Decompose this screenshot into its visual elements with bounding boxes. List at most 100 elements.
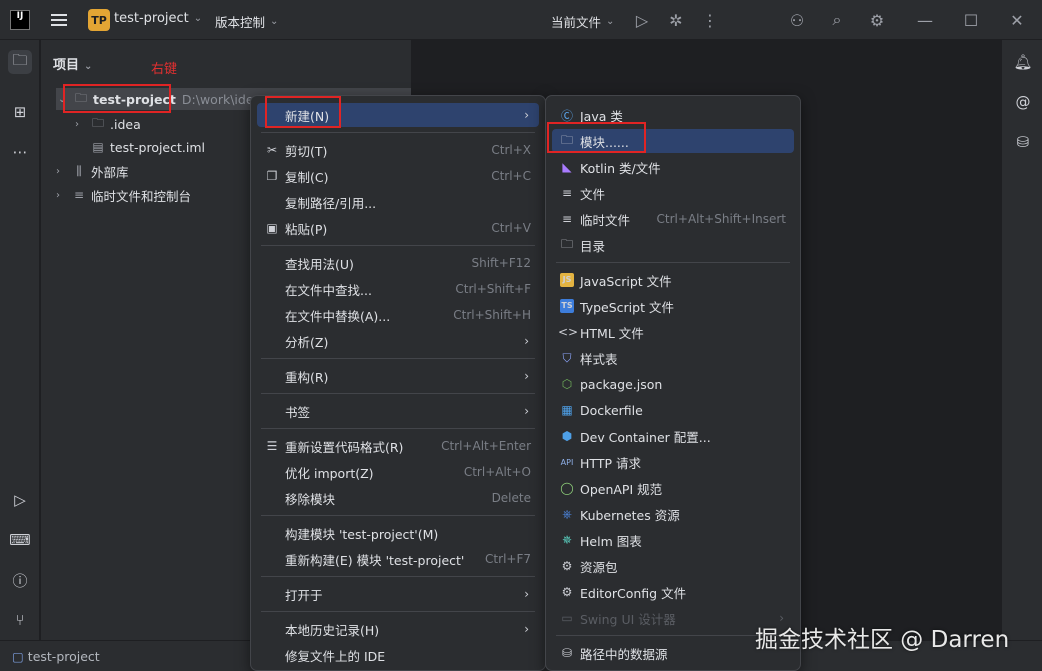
title-bar: IJ TP test-project ⌄ 版本控制 ⌄ 当前文件 ⌄ ▷ ✲ ⋮ ⚇ …	[0, 0, 1042, 40]
separator	[556, 262, 790, 263]
module-icon: ▢	[12, 649, 24, 664]
tree-item[interactable]: › ≡ 临时文件和控制台	[56, 184, 191, 206]
editorconfig-icon: ⚙	[561, 585, 573, 599]
menu-item-reformat-code[interactable]: ☰ 重新设置代码格式(R) Ctrl+Alt+Enter	[257, 434, 539, 458]
minimize-icon[interactable]: —	[914, 9, 936, 31]
menu-item-build-module[interactable]: 构建模块 'test-project'(M)	[257, 521, 539, 545]
new-http-request[interactable]: API HTTP 请求	[552, 450, 794, 474]
menu-item-label: OpenAPI 规范	[580, 481, 663, 497]
menu-item-paste[interactable]: ▣ 粘贴(P) Ctrl+V	[257, 216, 539, 240]
project-name: test-project	[114, 11, 189, 26]
menu-item-rebuild-module[interactable]: 重新构建(E) 模块 'test-project' Ctrl+F7	[257, 547, 539, 571]
new-html-file[interactable]: <> HTML 文件	[552, 320, 794, 344]
maximize-icon[interactable]: ☐	[960, 9, 982, 31]
shortcut: Ctrl+C	[491, 169, 531, 183]
new-editorconfig-file[interactable]: ⚙ EditorConfig 文件	[552, 580, 794, 604]
chevron-right-icon[interactable]: ›	[56, 166, 70, 177]
menu-item-label: 在文件中查找...	[285, 282, 372, 298]
new-package-json[interactable]: ⬡ package.json	[552, 372, 794, 396]
new-scratch-file[interactable]: ≡ 临时文件 Ctrl+Alt+Shift+Insert	[552, 207, 794, 231]
new-file[interactable]: ≡ 文件	[552, 181, 794, 205]
tree-item-label: test-project.iml	[110, 139, 205, 155]
shortcut: Ctrl+Shift+H	[453, 308, 531, 322]
main-menu-icon[interactable]	[48, 10, 70, 30]
notifications-bell-icon[interactable]: 🔔︎	[1011, 50, 1035, 74]
chevron-down-icon: ⌄	[270, 16, 279, 27]
new-typescript-file[interactable]: TS TypeScript 文件	[552, 294, 794, 318]
menu-item-open-in[interactable]: 打开于 ›	[257, 582, 539, 606]
menu-item-label: 重新构建(E) 模块 'test-project'	[285, 552, 465, 568]
tree-item[interactable]: › ⫼ 外部库	[56, 160, 129, 182]
run-config-selector[interactable]: 当前文件 ⌄	[551, 12, 614, 31]
menu-item-copy-path[interactable]: 复制路径/引用...	[257, 190, 539, 214]
reformat-icon: ☰	[266, 439, 278, 453]
status-project-breadcrumb[interactable]: ▢ test-project	[12, 649, 100, 664]
docker-icon: ▦	[561, 403, 573, 417]
menu-item-find-in-files[interactable]: 在文件中查找... Ctrl+Shift+F	[257, 277, 539, 301]
vcs-widget[interactable]: 版本控制 ⌄	[215, 12, 278, 31]
more-actions-icon[interactable]: ⋮	[699, 9, 721, 31]
database-icon[interactable]: ⛁	[1011, 130, 1035, 154]
new-submenu: Ⓒ Java 类 🗀 模块...... ◣ Kotlin 类/文件 ≡ 文件 ≡ 临时文件…	[545, 95, 801, 671]
new-javascript-file[interactable]: JS JavaScript 文件	[552, 268, 794, 292]
menu-item-bookmarks[interactable]: 书签 ›	[257, 399, 539, 423]
structure-icon[interactable]: ⊞	[8, 100, 32, 124]
add-user-icon[interactable]: ⚇	[786, 9, 808, 31]
terminal-icon[interactable]: ⌨	[8, 528, 32, 552]
new-stylesheet[interactable]: ⛉ 样式表	[552, 346, 794, 370]
menu-item-refactor[interactable]: 重构(R) ›	[257, 364, 539, 388]
shortcut: Ctrl+V	[491, 221, 531, 235]
menu-item-label: Helm 图表	[580, 533, 642, 549]
menu-item-label: 分析(Z)	[285, 334, 329, 350]
close-icon[interactable]: ✕	[1006, 9, 1028, 31]
chevron-right-icon[interactable]: ›	[56, 190, 70, 201]
menu-item-local-history[interactable]: 本地历史记录(H) ›	[257, 617, 539, 641]
settings-gear-icon[interactable]: ⚙	[866, 9, 888, 31]
run-icon[interactable]: ▷	[631, 9, 653, 31]
chevron-right-icon: ›	[524, 108, 529, 122]
new-resource-bundle[interactable]: ⚙ 资源包	[552, 554, 794, 578]
services-icon[interactable]: ▷	[8, 488, 32, 512]
menu-item-copy[interactable]: ❐ 复制(C) Ctrl+C	[257, 164, 539, 188]
new-helm-chart[interactable]: ✵ Helm 图表	[552, 528, 794, 552]
git-icon[interactable]: ⑂	[8, 608, 32, 632]
menu-item-analyze[interactable]: 分析(Z) ›	[257, 329, 539, 353]
tree-item[interactable]: ▤ test-project.iml	[89, 136, 205, 158]
folder-icon: 🗀	[91, 115, 104, 130]
api-icon: API	[560, 457, 574, 467]
copy-icon: ❐	[266, 169, 278, 183]
project-switcher[interactable]: test-project ⌄	[114, 11, 202, 26]
new-openapi-spec[interactable]: ◯ OpenAPI 规范	[552, 476, 794, 500]
search-icon[interactable]: ⌕	[826, 9, 848, 31]
new-kubernetes-resource[interactable]: ⎈ Kubernetes 资源	[552, 502, 794, 526]
chevron-right-icon: ›	[524, 334, 529, 348]
menu-item-repair-ide[interactable]: 修复文件上的 IDE	[257, 643, 539, 667]
new-dockerfile[interactable]: ▦ Dockerfile	[552, 398, 794, 422]
menu-item-cut[interactable]: ✂ 剪切(T) Ctrl+X	[257, 138, 539, 162]
project-badge[interactable]: TP	[88, 9, 110, 31]
ai-assistant-icon[interactable]: @	[1011, 90, 1035, 114]
panel-title-label: 项目	[53, 58, 80, 73]
tree-item[interactable]: › 🗀 .idea	[75, 113, 141, 135]
menu-item-optimize-imports[interactable]: 优化 import(Z) Ctrl+Alt+O	[257, 460, 539, 484]
menu-item-remove-module[interactable]: 移除模块 Delete	[257, 486, 539, 510]
menu-item-find-usages[interactable]: 查找用法(U) Shift+F12	[257, 251, 539, 275]
chevron-right-icon: ›	[524, 369, 529, 383]
new-kotlin-file[interactable]: ◣ Kotlin 类/文件	[552, 155, 794, 179]
menu-item-replace-in-files[interactable]: 在文件中替换(A)... Ctrl+Shift+H	[257, 303, 539, 327]
problems-icon[interactable]: ⓘ	[8, 568, 32, 592]
left-tool-strip: 🗀 ⊞ ⋯ ▷ ⌨ ⓘ ⑂	[0, 40, 40, 640]
html-icon: <>	[558, 325, 579, 339]
debug-icon[interactable]: ✲	[665, 9, 687, 31]
more-tools-icon[interactable]: ⋯	[8, 140, 32, 164]
menu-item-label: 重构(R)	[285, 369, 329, 385]
new-dev-container[interactable]: ⬢ Dev Container 配置...	[552, 424, 794, 448]
menu-item-label: HTTP 请求	[580, 455, 641, 471]
openapi-icon: ◯	[560, 481, 574, 495]
new-directory[interactable]: 🗀 目录	[552, 233, 794, 257]
menu-item-label: Kubernetes 资源	[580, 507, 680, 523]
project-tool-folder-icon[interactable]: 🗀	[8, 50, 32, 74]
helm-icon: ✵	[561, 533, 573, 547]
chevron-right-icon[interactable]: ›	[75, 119, 89, 130]
panel-title[interactable]: 项目 ⌄	[53, 54, 92, 73]
